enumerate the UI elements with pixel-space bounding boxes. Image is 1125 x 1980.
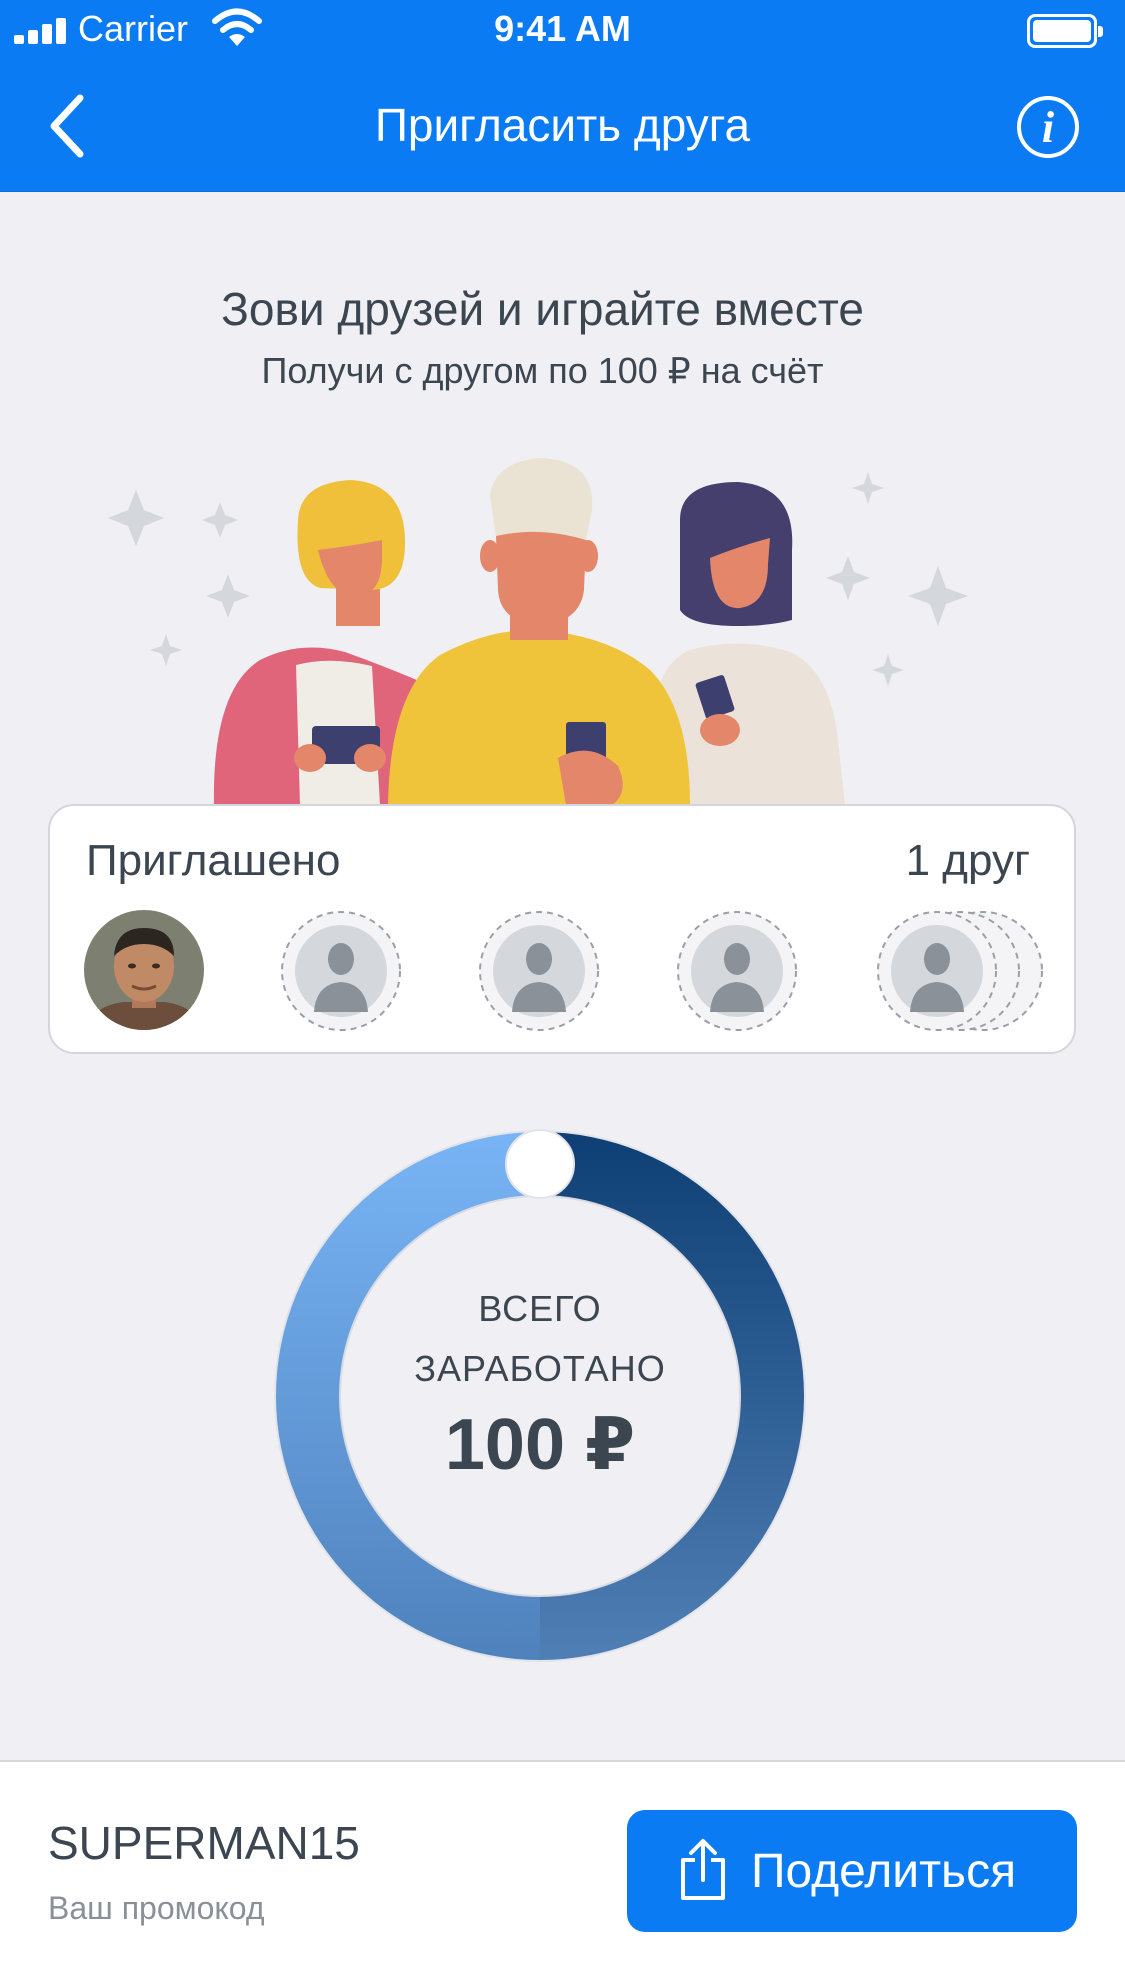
share-button[interactable]: Поделиться [627,1810,1077,1932]
promo-code[interactable]: SUPERMAN15 [48,1816,360,1870]
info-button[interactable]: i [1017,96,1079,158]
share-icon [681,1839,725,1900]
friends-illustration [108,458,968,805]
earned-value: 100 ₽ [444,1405,636,1485]
status-time: 9:41 AM [494,8,631,49]
ring-knob [505,1129,575,1199]
invited-label: Приглашено [86,836,341,885]
invite-subline: Получи с другом по 100 ₽ на счёт [261,350,824,391]
navigation-bar: Carrier 9:41 AM Пригласить друга i [0,0,1125,192]
invited-count: 1 друг [905,836,1030,885]
earned-title-line2: ЗАРАБОТАНО [414,1348,666,1389]
promo-footer: SUPERMAN15 Ваш промокод Поделиться [0,1760,1125,1980]
invite-headline: Зови друзей и играйте вместе [221,283,864,335]
empty-slot-2[interactable] [478,910,600,1032]
empty-slot-3[interactable] [676,910,798,1032]
center-person [388,458,690,805]
status-bar: Carrier 9:41 AM [0,0,1125,60]
empty-slot-stack[interactable] [876,910,1046,1032]
invited-card: Приглашено 1 друг [48,804,1076,1054]
battery-icon [1027,14,1103,48]
empty-slot-1[interactable] [280,910,402,1032]
earned-title-line1: ВСЕГО [478,1288,602,1329]
page-title: Пригласить друга [374,99,751,151]
share-button-label: Поделиться [751,1845,1017,1898]
friend-avatar[interactable] [84,910,204,1030]
earnings-ring [274,1129,806,1662]
info-icon: i [1041,103,1055,152]
friend-photo [84,910,204,1030]
promo-code-label: Ваш промокод [48,1890,265,1926]
